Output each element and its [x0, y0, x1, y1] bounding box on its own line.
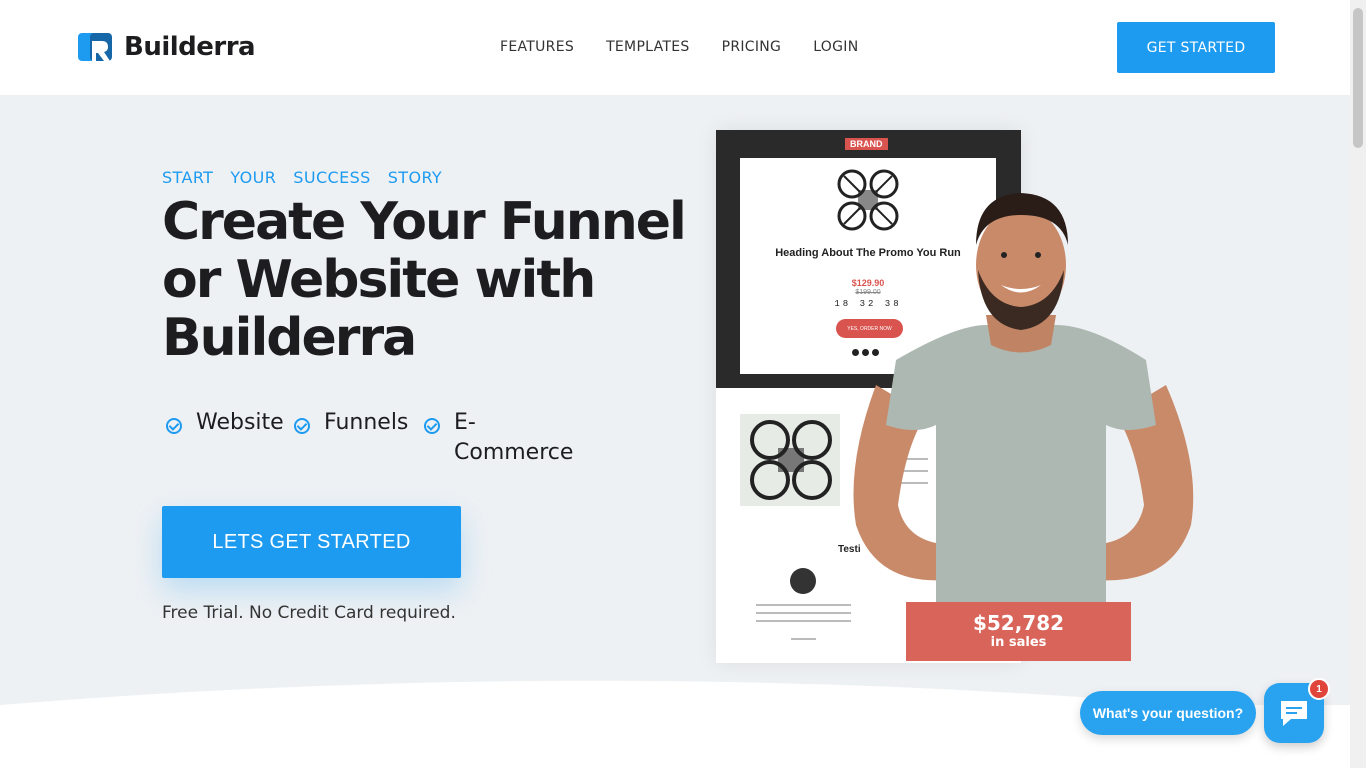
mockup-text-line	[791, 638, 816, 640]
sales-amount: $52,782	[972, 611, 1065, 635]
feature-label: E- Commerce	[454, 410, 574, 465]
chat-prompt-bubble[interactable]: What's your question?	[1080, 691, 1256, 735]
scrollbar-thumb[interactable]	[1353, 8, 1363, 148]
kicker-word: STORY	[387, 168, 443, 187]
mockup-avatar	[790, 568, 816, 594]
brand-tag: BRAND	[845, 138, 888, 150]
hero-kicker: START YOUR SUCCESS STORY	[162, 168, 442, 187]
main-nav: FEATURES TEMPLATES PRICING LOGIN	[500, 39, 858, 55]
smiling-man-image	[853, 193, 1194, 605]
builderra-logo-icon	[78, 33, 112, 61]
mockup-text-line	[756, 620, 851, 622]
feature-item: Funnels	[294, 408, 408, 438]
nav-templates[interactable]: TEMPLATES	[606, 39, 690, 55]
feature-label: Funnels	[324, 410, 409, 435]
feature-label: Website	[196, 410, 284, 435]
logo-text: Builderra	[124, 32, 256, 62]
chat-icon	[1281, 701, 1307, 726]
kicker-word: SUCCESS	[293, 168, 371, 187]
sales-label: in sales	[990, 635, 1047, 650]
kicker-word: START	[162, 168, 214, 187]
header-get-started-button[interactable]: GET STARTED	[1117, 22, 1275, 73]
drone-icon	[750, 420, 832, 500]
check-circle-icon	[424, 418, 440, 434]
nav-login[interactable]: LOGIN	[813, 39, 858, 55]
feature-item: E- Commerce	[424, 408, 594, 468]
page-scrollbar[interactable]	[1350, 0, 1366, 768]
site-header: Builderra FEATURES TEMPLATES PRICING LOG…	[0, 0, 1350, 95]
kicker-word: YOUR	[230, 168, 277, 187]
mockup-product-image	[740, 414, 840, 506]
logo[interactable]: Builderra	[78, 31, 256, 63]
headline-line: or Website with	[162, 250, 596, 310]
feature-item: Website	[166, 408, 284, 438]
sales-badge: $52,782 in sales	[906, 602, 1131, 661]
check-circle-icon	[294, 418, 310, 434]
headline-line: Create Your Funnel	[162, 192, 687, 252]
nav-features[interactable]: FEATURES	[500, 39, 574, 55]
lets-get-started-button[interactable]: LETS GET STARTED	[162, 506, 461, 578]
chat-notification-badge: 1	[1308, 678, 1330, 700]
headline-line: Builderra	[162, 308, 417, 368]
nav-pricing[interactable]: PRICING	[722, 39, 782, 55]
free-trial-note: Free Trial. No Credit Card required.	[162, 603, 456, 623]
hero-headline: Create Your Funnel or Website with Build…	[162, 193, 702, 367]
mockup-text-line	[756, 612, 851, 614]
check-circle-icon	[166, 418, 182, 434]
